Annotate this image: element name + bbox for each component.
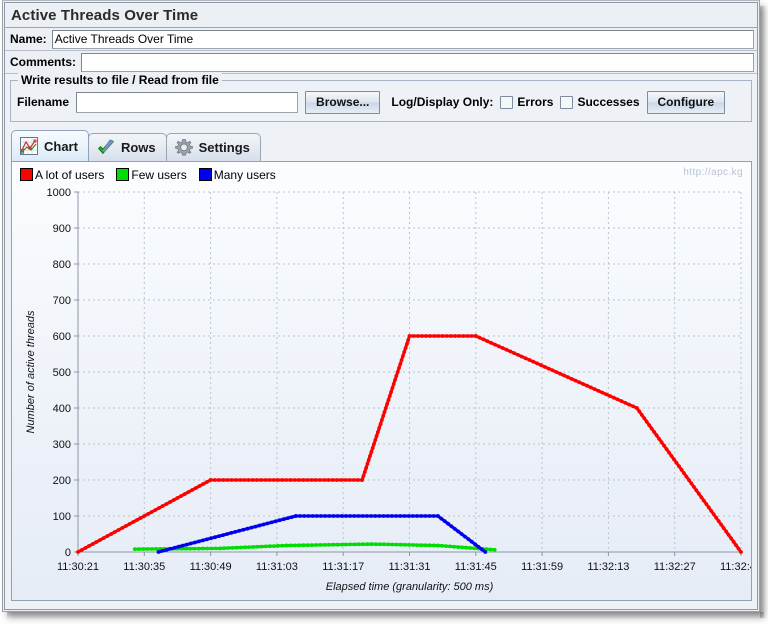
name-input[interactable]: Active Threads Over Time (51, 29, 754, 49)
page-title: Active Threads Over Time (11, 6, 199, 24)
y-axis-tick-label: 800 (53, 259, 71, 271)
window-shadow-right (760, 6, 766, 618)
x-axis-title: Elapsed time (granularity: 500 ms) (326, 581, 494, 593)
application-window: Active Threads Over Time Name: Active Th… (2, 0, 760, 612)
y-axis-tick-label: 700 (53, 295, 71, 307)
window-inner: Active Threads Over Time Name: Active Th… (4, 2, 758, 610)
errors-label: Errors (517, 95, 554, 109)
successes-checkbox[interactable] (560, 95, 574, 109)
watermark: http://apc.kg (683, 167, 743, 178)
comments-label: Comments: (10, 55, 77, 69)
screenshot-root: Active Threads Over Time Name: Active Th… (0, 0, 768, 624)
comments-input[interactable] (81, 52, 754, 72)
chart-panel: A lot of users Few users Many users http… (11, 161, 752, 601)
tab-chart-label: Chart (44, 138, 78, 154)
filename-label: Filename (17, 95, 70, 109)
x-axis-tick-label: 11:30:35 (123, 561, 165, 573)
y-axis-tick-label: 0 (65, 547, 71, 559)
y-axis-tick-label: 400 (53, 403, 71, 415)
x-axis-tick-label: 11:32:13 (587, 561, 629, 573)
chart-legend: A lot of users Few users Many users (12, 162, 751, 182)
x-axis-tick-label: 11:30:21 (57, 561, 99, 573)
tab-settings[interactable]: Settings (165, 133, 261, 161)
write-results-legend: Write results to file / Read from file (18, 73, 222, 87)
title-bar: Active Threads Over Time (5, 3, 757, 28)
x-axis-tick-label: 11:31:59 (521, 561, 563, 573)
successes-checkbox-wrap[interactable]: Successes (560, 95, 640, 109)
y-axis-tick-label: 1000 (47, 187, 71, 199)
y-axis-tick-label: 100 (53, 511, 71, 523)
file-row: Filename Browse... Log/Display Only: Err… (17, 90, 745, 114)
y-axis-tick-label: 200 (53, 475, 71, 487)
line-chart-icon (20, 137, 38, 155)
write-results-group: Write results to file / Read from file F… (10, 73, 752, 122)
x-axis-tick-label: 11:32:27 (654, 561, 696, 573)
configure-button[interactable]: Configure (646, 90, 726, 114)
successes-label: Successes (577, 95, 640, 109)
x-axis-tick-label: 11:31:17 (322, 561, 364, 573)
errors-checkbox[interactable] (500, 95, 514, 109)
chart-plot: 0 100 200 300 400 500 600 700 800 900 1000 11:30:21… (25, 187, 752, 593)
y-axis-tick-label: 300 (53, 439, 71, 451)
x-axis-tick-label: 11:32:41 (720, 561, 752, 573)
y-axis-tick-label: 900 (53, 223, 71, 235)
browse-button[interactable]: Browse... (305, 90, 381, 114)
tab-rows[interactable]: Rows (87, 133, 167, 161)
name-label: Name: (10, 32, 47, 46)
tab-strip: Chart Rows Settings (11, 129, 757, 161)
x-axis-tick-label: 11:31:03 (256, 561, 298, 573)
comments-row: Comments: (5, 51, 757, 73)
tab-chart[interactable]: Chart (11, 130, 89, 161)
x-axis-tick-label: 11:31:31 (388, 561, 430, 573)
name-row: Name: Active Threads Over Time (5, 28, 757, 50)
window-shadow-bottom (7, 612, 764, 619)
x-axis-tick-label: 11:30:49 (190, 561, 232, 573)
green-check-icon (98, 139, 114, 154)
log-display-only-label: Log/Display Only: (391, 95, 494, 109)
filename-input[interactable] (76, 91, 299, 113)
tab-rows-label: Rows (120, 140, 156, 155)
errors-checkbox-wrap[interactable]: Errors (500, 95, 553, 109)
y-axis-tick-label: 600 (53, 331, 71, 343)
x-axis-tick-label: 11:31:45 (455, 561, 497, 573)
y-axis-title: Number of active threads (25, 310, 37, 433)
gear-icon (174, 138, 193, 155)
y-axis-tick-label: 500 (53, 367, 71, 379)
tab-settings-label: Settings (198, 140, 250, 155)
